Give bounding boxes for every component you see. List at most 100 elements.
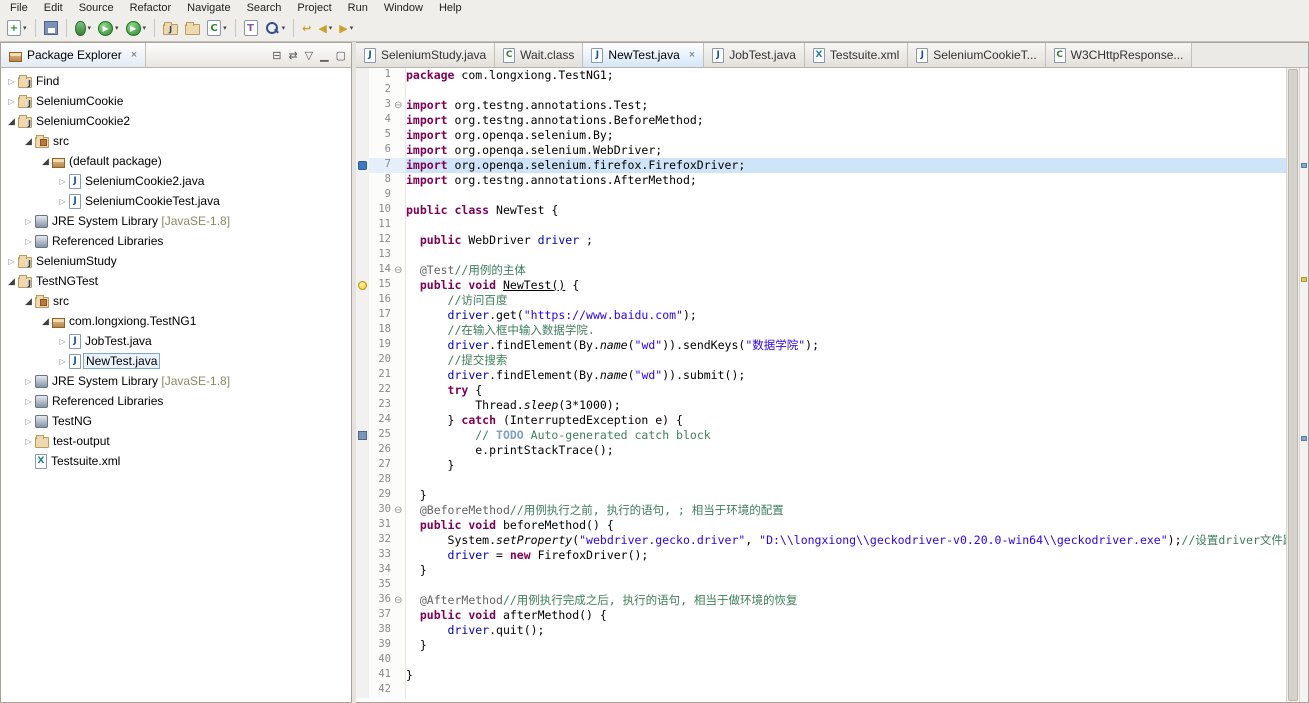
collapse-arrow-icon[interactable]: ◢	[39, 156, 52, 167]
code-text[interactable]	[406, 83, 1286, 98]
view-menu-icon[interactable]: ▽	[305, 49, 313, 62]
tab-wait-class[interactable]: C Wait.class	[495, 43, 584, 67]
line-number[interactable]: 32	[369, 533, 394, 548]
package-explorer-tab[interactable]: Package Explorer ×	[1, 43, 147, 67]
expand-arrow-icon[interactable]: ▷	[22, 237, 35, 246]
code-text[interactable]: import org.testng.annotations.AfterMetho…	[406, 173, 1286, 188]
line-number[interactable]: 25	[369, 428, 394, 443]
fold-toggle-icon[interactable]: ⊖	[394, 503, 406, 518]
code-text[interactable]: // TODO Auto-generated catch block	[406, 428, 1286, 443]
expand-arrow-icon[interactable]: ▷	[5, 257, 18, 266]
line-number[interactable]: 34	[369, 563, 394, 578]
menu-source[interactable]: Source	[71, 1, 122, 15]
line-number[interactable]: 15	[369, 278, 394, 293]
tree-item-referenced-libraries[interactable]: ▷ Referenced Libraries	[1, 391, 351, 411]
tab-seleniumstudy-java[interactable]: J SeleniumStudy.java	[356, 43, 496, 67]
marker-gutter[interactable]	[356, 428, 369, 443]
code-text[interactable]: System.setProperty("webdriver.gecko.driv…	[406, 533, 1286, 548]
line-number[interactable]: 26	[369, 443, 394, 458]
code-text[interactable]	[406, 473, 1286, 488]
code-text[interactable]	[406, 578, 1286, 593]
tree-item-seleniumstudy[interactable]: ▷ SeleniumStudy	[1, 251, 351, 271]
line-number[interactable]: 9	[369, 188, 394, 203]
line-number[interactable]: 30	[369, 503, 394, 518]
dropdown-arrow-icon[interactable]: ▾	[223, 24, 227, 32]
open-type-button[interactable]: T	[241, 17, 261, 39]
code-text[interactable]: import org.openqa.selenium.firefox.Firef…	[406, 158, 1286, 173]
code-text[interactable]: driver = new FirefoxDriver();	[406, 548, 1286, 563]
fold-toggle-icon[interactable]: ⊖	[394, 263, 406, 278]
tree-item-testng[interactable]: ▷ TestNG	[1, 411, 351, 431]
tab-seleniumcookiet[interactable]: J SeleniumCookieT...	[908, 43, 1046, 67]
code-text[interactable]: }	[406, 488, 1286, 503]
marker-gutter[interactable]	[356, 323, 369, 338]
line-number[interactable]: 3	[369, 98, 394, 113]
line-number[interactable]: 33	[369, 548, 394, 563]
marker-gutter[interactable]	[356, 668, 369, 683]
tree-item-testngtest[interactable]: ◢ TestNGTest	[1, 271, 351, 291]
line-number[interactable]: 13	[369, 248, 394, 263]
code-text[interactable]	[406, 653, 1286, 668]
line-number[interactable]: 8	[369, 173, 394, 188]
code-text[interactable]: }	[406, 638, 1286, 653]
collapse-arrow-icon[interactable]: ◢	[5, 276, 18, 287]
tree-item-src[interactable]: ◢ src	[1, 291, 351, 311]
dropdown-arrow-icon[interactable]: ▾	[282, 24, 286, 32]
overview-ruler[interactable]	[1299, 68, 1308, 702]
editor-scrollbar[interactable]	[1286, 68, 1299, 702]
tree-item-jre-system-library[interactable]: ▷ JRE System Library [JavaSE-1.8]	[1, 211, 351, 231]
external-tools-button[interactable]: ▶ ▾	[123, 17, 150, 39]
code-text[interactable]	[406, 683, 1286, 698]
menu-help[interactable]: Help	[431, 1, 470, 15]
marker-gutter[interactable]	[356, 593, 369, 608]
line-number[interactable]: 31	[369, 518, 394, 533]
marker-gutter[interactable]	[356, 173, 369, 188]
overview-mark[interactable]	[1301, 435, 1307, 441]
tab-newtest-java[interactable]: J NewTest.java ×	[583, 43, 705, 67]
expand-arrow-icon[interactable]: ▷	[5, 77, 18, 86]
dropdown-arrow-icon[interactable]: ▾	[350, 24, 354, 32]
marker-gutter[interactable]	[356, 638, 369, 653]
tree-item-seleniumcookie2[interactable]: ◢ SeleniumCookie2	[1, 111, 351, 131]
marker-gutter[interactable]	[356, 293, 369, 308]
code-text[interactable]: }	[406, 458, 1286, 473]
new-java-project-button[interactable]: J	[160, 17, 181, 39]
menu-run[interactable]: Run	[340, 1, 376, 15]
tree-item-jobtest-java[interactable]: ▷ J JobTest.java	[1, 331, 351, 351]
collapse-arrow-icon[interactable]: ◢	[22, 296, 35, 307]
tree-item-com-longxiong-testng1[interactable]: ◢ com.longxiong.TestNG1	[1, 311, 351, 331]
quickfix-marker-icon[interactable]	[358, 281, 367, 290]
code-text[interactable]: try {	[406, 383, 1286, 398]
code-text[interactable]: import org.openqa.selenium.WebDriver;	[406, 143, 1286, 158]
code-text[interactable]: }	[406, 563, 1286, 578]
code-text[interactable]	[406, 188, 1286, 203]
code-text[interactable]: }	[406, 668, 1286, 683]
overview-mark[interactable]	[1301, 163, 1307, 169]
tree-item-src[interactable]: ◢ src	[1, 131, 351, 151]
code-text[interactable]	[406, 218, 1286, 233]
line-number[interactable]: 6	[369, 143, 394, 158]
expand-arrow-icon[interactable]: ▷	[56, 357, 69, 366]
marker-gutter[interactable]	[356, 608, 369, 623]
back-button[interactable]: ◀ ▾	[315, 17, 335, 39]
scrollbar-thumb[interactable]	[1288, 69, 1298, 701]
line-number[interactable]: 29	[369, 488, 394, 503]
line-number[interactable]: 20	[369, 353, 394, 368]
tab-testsuite-xml[interactable]: X Testsuite.xml	[804, 43, 909, 67]
marker-gutter[interactable]	[356, 308, 369, 323]
code-text[interactable]: public void afterMethod() {	[406, 608, 1286, 623]
collapse-arrow-icon[interactable]: ◢	[39, 316, 52, 327]
marker-gutter[interactable]	[356, 203, 369, 218]
expand-arrow-icon[interactable]: ▷	[22, 377, 35, 386]
tree-item-seleniumcookie[interactable]: ▷ SeleniumCookie	[1, 91, 351, 111]
new-package-button[interactable]	[182, 17, 203, 39]
marker-gutter[interactable]	[356, 353, 369, 368]
close-icon[interactable]: ×	[689, 49, 695, 61]
line-number[interactable]: 42	[369, 683, 394, 698]
marker-gutter[interactable]	[356, 188, 369, 203]
marker-gutter[interactable]	[356, 503, 369, 518]
marker-gutter[interactable]	[356, 533, 369, 548]
line-number[interactable]: 28	[369, 473, 394, 488]
expand-arrow-icon[interactable]: ▷	[5, 97, 18, 106]
marker-gutter[interactable]	[356, 578, 369, 593]
